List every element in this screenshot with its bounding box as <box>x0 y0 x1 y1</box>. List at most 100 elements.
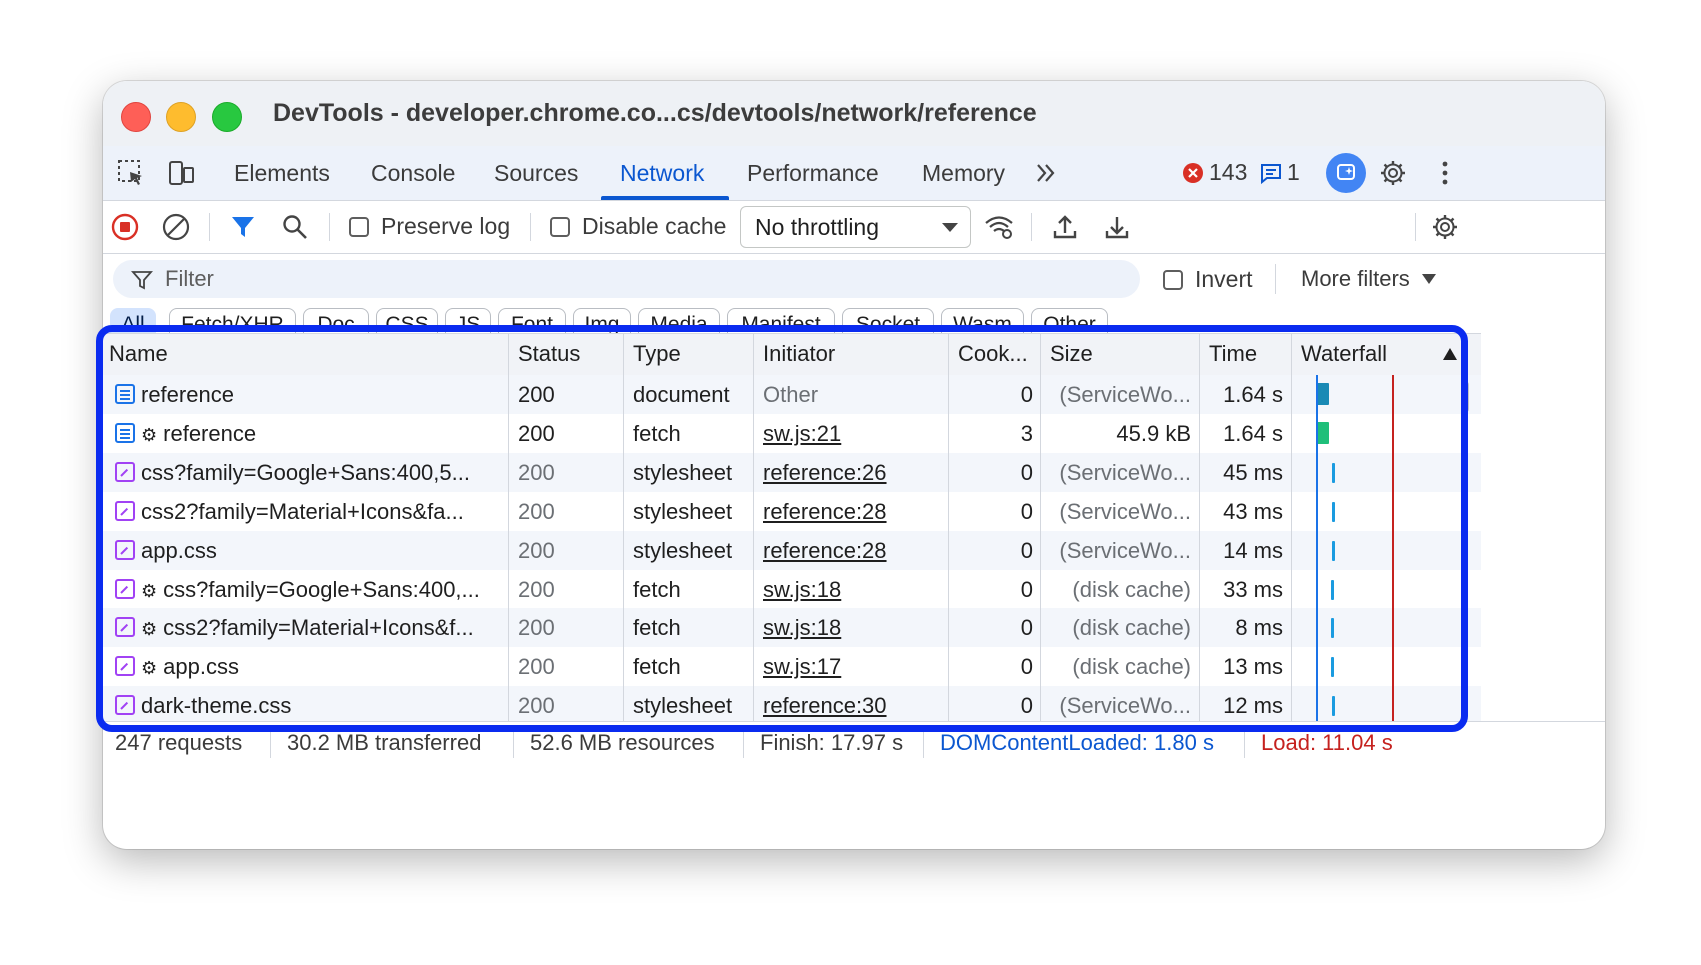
request-time: 12 ms <box>1223 693 1283 719</box>
invert-box[interactable] <box>1163 269 1183 290</box>
column-divider <box>1199 333 1200 733</box>
table-row[interactable]: css?family=Google+Sans:400,5... 200 styles… <box>103 452 1481 492</box>
request-name: ⚙ css2?family=Material+Icons&f... <box>141 615 501 641</box>
table-row[interactable]: app.css 200 stylesheet reference:28 0 (Servic… <box>103 530 1481 570</box>
request-name: dark-theme.css <box>141 693 501 719</box>
throttling-select[interactable]: No throttling <box>740 206 971 248</box>
request-initiator[interactable]: sw.js:21 <box>763 421 943 447</box>
waterfall-bar[interactable] <box>1330 657 1334 678</box>
table-row[interactable]: ⚙ css2?family=Material+Icons&f... 200 fetch… <box>103 608 1481 648</box>
request-type: fetch <box>633 615 681 641</box>
table-row[interactable]: ⚙ app.css 200 fetch sw.js:17 0 (disk cache) 13 … <box>103 647 1481 686</box>
maximize-window-button[interactable] <box>212 102 242 132</box>
invert-label: Invert <box>1195 266 1253 292</box>
request-name-text: dark-theme.css <box>141 693 292 719</box>
request-name-text: css2?family=Material+Icons&f... <box>163 615 474 641</box>
errors-badge[interactable]: 143 <box>1181 159 1247 186</box>
messages-badge[interactable]: 1 <box>1259 159 1300 186</box>
stop-recording-icon[interactable] <box>109 211 141 243</box>
column-divider <box>1291 333 1292 733</box>
more-tabs-chevron-icon[interactable] <box>1030 157 1062 189</box>
request-size: (disk cache) <box>1072 615 1191 641</box>
network-settings-gear-icon[interactable] <box>1429 211 1461 243</box>
table-row[interactable]: dark-theme.css 200 stylesheet reference:30 0… <box>103 686 1481 726</box>
request-status: 200 <box>518 382 555 407</box>
waterfall-bar[interactable] <box>1332 696 1335 717</box>
request-size: (ServiceWo... <box>1059 498 1191 524</box>
device-toolbar-icon[interactable] <box>165 157 197 189</box>
export-har-download-icon[interactable] <box>1101 211 1133 243</box>
active-tab-indicator <box>601 196 729 200</box>
disable-cache-box[interactable] <box>550 216 570 237</box>
request-status: 200 <box>518 420 555 446</box>
preserve-log-box[interactable] <box>349 216 369 237</box>
filter-input[interactable]: Filter <box>113 260 1140 298</box>
request-name: css?family=Google+Sans:400,5... <box>141 460 501 486</box>
error-icon <box>1183 162 1203 183</box>
waterfall-bar[interactable] <box>1332 462 1335 483</box>
filter-icon <box>131 271 153 290</box>
request-time: 13 ms <box>1223 654 1283 680</box>
column-header-cookies[interactable]: Cook... <box>958 341 1028 367</box>
waterfall-bar[interactable] <box>1317 383 1329 405</box>
tab-network[interactable]: Network <box>620 160 704 187</box>
search-icon[interactable] <box>279 211 311 243</box>
network-toolbar: Preserve log Disable cache No throttling <box>103 201 1605 254</box>
disable-cache-checkbox[interactable]: Disable cache <box>550 213 726 240</box>
panel-tabs-bar: Elements Console Sources Network Perform… <box>103 146 1605 201</box>
filter-funnel-icon[interactable] <box>227 211 259 243</box>
waterfall-bar[interactable] <box>1330 618 1334 639</box>
more-options-icon[interactable] <box>1429 157 1461 189</box>
table-row[interactable]: css2?family=Material+Icons&fa... 200 style… <box>103 492 1481 531</box>
request-initiator[interactable]: sw.js:17 <box>763 654 943 680</box>
close-window-button[interactable] <box>121 102 151 132</box>
tab-performance[interactable]: Performance <box>747 160 879 187</box>
table-scrollbar[interactable] <box>1461 381 1469 413</box>
inspect-element-icon[interactable] <box>115 157 147 189</box>
column-header-waterfall[interactable]: Waterfall <box>1301 341 1387 367</box>
column-header-time[interactable]: Time <box>1209 341 1257 367</box>
request-cookies: 0 <box>1020 654 1033 680</box>
table-row[interactable]: reference 200 document Other 0 (ServiceWo... 1… <box>103 375 1481 414</box>
waterfall-bar[interactable] <box>1330 579 1334 600</box>
column-header-name[interactable]: Name <box>109 341 168 367</box>
invert-checkbox[interactable]: Invert <box>1163 266 1253 293</box>
settings-gear-icon[interactable] <box>1377 157 1409 189</box>
toolbar-separator <box>329 213 330 241</box>
filter-placeholder: Filter <box>165 266 214 291</box>
request-initiator[interactable]: sw.js:18 <box>763 615 943 641</box>
tab-console[interactable]: Console <box>371 160 455 187</box>
request-cookies: 0 <box>1020 615 1033 641</box>
column-header-size[interactable]: Size <box>1050 341 1093 367</box>
ai-assistance-button[interactable] <box>1326 153 1366 193</box>
table-row[interactable]: ⚙ css?family=Google+Sans:400,... 200 fetch s… <box>103 570 1481 609</box>
tab-sources[interactable]: Sources <box>494 160 578 187</box>
waterfall-bar[interactable] <box>1317 421 1329 444</box>
request-type: document <box>633 382 730 407</box>
tab-elements[interactable]: Elements <box>234 160 330 187</box>
clear-log-icon[interactable] <box>160 211 192 243</box>
request-initiator[interactable]: reference:30 <box>763 693 943 719</box>
minimize-window-button[interactable] <box>166 102 196 132</box>
column-header-status[interactable]: Status <box>518 341 580 367</box>
network-summary-bar: 247 requests 30.2 MB transferred 52.6 MB… <box>103 721 1605 764</box>
tab-memory[interactable]: Memory <box>922 160 1005 187</box>
request-cookies: 0 <box>1020 576 1033 602</box>
table-row[interactable]: ⚙ reference 200 fetch sw.js:21 3 45.9 kB 1.64 s <box>103 414 1481 453</box>
column-header-initiator[interactable]: Initiator <box>763 341 835 367</box>
waterfall-bar[interactable] <box>1332 540 1335 561</box>
request-initiator[interactable]: reference:28 <box>763 499 943 525</box>
sort-ascending-icon[interactable] <box>1443 348 1457 360</box>
request-initiator[interactable]: sw.js:18 <box>763 577 943 603</box>
request-initiator[interactable]: reference:28 <box>763 538 943 564</box>
preserve-log-checkbox[interactable]: Preserve log <box>349 213 510 240</box>
column-header-type[interactable]: Type <box>633 341 681 367</box>
request-name: ⚙ css?family=Google+Sans:400,... <box>141 577 501 603</box>
stylesheet-file-icon <box>115 500 135 521</box>
errors-count: 143 <box>1209 159 1248 185</box>
network-conditions-icon[interactable] <box>983 211 1015 243</box>
import-har-upload-icon[interactable] <box>1049 211 1081 243</box>
waterfall-bar[interactable] <box>1332 501 1335 522</box>
request-initiator[interactable]: reference:26 <box>763 460 943 486</box>
more-filters-dropdown[interactable]: More filters <box>1301 266 1436 292</box>
